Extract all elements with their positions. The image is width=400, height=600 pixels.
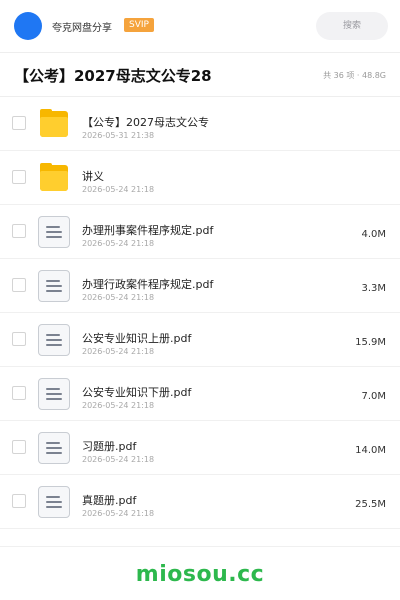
watermark: miosou.cc: [135, 562, 265, 587]
file-name: 办理行政案件程序规定.pdf: [82, 278, 214, 291]
document-icon: [38, 270, 70, 302]
file-size: 15.9M: [355, 337, 386, 348]
checkbox[interactable]: [12, 224, 26, 238]
checkbox[interactable]: [12, 170, 26, 184]
file-date: 2026-05-31 21:38: [82, 131, 155, 140]
svip-badge: SVIP: [124, 18, 154, 32]
checkbox[interactable]: [12, 386, 26, 400]
file-size: 3.3M: [361, 283, 386, 294]
document-icon: [38, 378, 70, 410]
checkbox[interactable]: [12, 440, 26, 454]
top-bar: 夸克网盘分享 SVIP 搜索: [0, 0, 400, 52]
file-name: 公安专业知识上册.pdf: [82, 332, 192, 345]
file-name: 真题册.pdf: [82, 494, 137, 507]
file-name: 习题册.pdf: [82, 440, 137, 453]
folder-icon: [38, 108, 70, 140]
file-date: 2026-05-24 21:18: [82, 185, 155, 194]
file-row[interactable]: 办理刑事案件程序规定.pdf 2026-05-24 21:18 4.0M: [0, 205, 400, 259]
document-icon: [38, 486, 70, 518]
file-row[interactable]: 讲义 2026-05-24 21:18: [0, 151, 400, 205]
file-row[interactable]: 【公专】2027母志文公专 2026-05-31 21:38: [0, 97, 400, 151]
file-size: 7.0M: [361, 391, 386, 402]
share-meta: 共 36 项 · 48.8G: [323, 71, 386, 80]
file-date: 2026-05-24 21:18: [82, 347, 155, 356]
file-date: 2026-05-24 21:18: [82, 293, 155, 302]
folder-icon: [38, 162, 70, 194]
file-row[interactable]: 习题册.pdf 2026-05-24 21:18 14.0M: [0, 421, 400, 475]
document-icon: [38, 216, 70, 248]
document-icon: [38, 432, 70, 464]
checkbox[interactable]: [12, 278, 26, 292]
file-name: 公安专业知识下册.pdf: [82, 386, 192, 399]
checkbox[interactable]: [12, 332, 26, 346]
file-row[interactable]: 办理行政案件程序规定.pdf 2026-05-24 21:18 3.3M: [0, 259, 400, 313]
file-name: 【公专】2027母志文公专: [82, 116, 209, 129]
file-date: 2026-05-24 21:18: [82, 401, 155, 410]
share-title: 【公考】2027母志文公专28: [14, 67, 212, 85]
search-label: 搜索: [342, 21, 361, 31]
file-date: 2026-05-24 21:18: [82, 239, 155, 248]
username: 夸克网盘分享: [52, 23, 112, 34]
file-size: 14.0M: [355, 445, 386, 456]
file-size: 25.5M: [355, 499, 386, 510]
file-size: 4.0M: [361, 229, 386, 240]
search-button[interactable]: 搜索: [316, 12, 388, 40]
checkbox[interactable]: [12, 494, 26, 508]
file-row[interactable]: 公安专业知识下册.pdf 2026-05-24 21:18 7.0M: [0, 367, 400, 421]
file-date: 2026-05-24 21:18: [82, 455, 155, 464]
avatar[interactable]: [14, 12, 42, 40]
file-row[interactable]: 公安专业知识上册.pdf 2026-05-24 21:18 15.9M: [0, 313, 400, 367]
document-icon: [38, 324, 70, 356]
share-header: 【公考】2027母志文公专28 共 36 项 · 48.8G: [0, 53, 400, 97]
file-name: 办理刑事案件程序规定.pdf: [82, 224, 214, 237]
file-row[interactable]: 真题册.pdf 2026-05-24 21:18 25.5M: [0, 475, 400, 529]
checkbox[interactable]: [12, 116, 26, 130]
file-name: 讲义: [82, 170, 104, 183]
file-list: 【公专】2027母志文公专 2026-05-31 21:38 讲义 2026-0…: [0, 97, 400, 529]
file-date: 2026-05-24 21:18: [82, 509, 155, 518]
